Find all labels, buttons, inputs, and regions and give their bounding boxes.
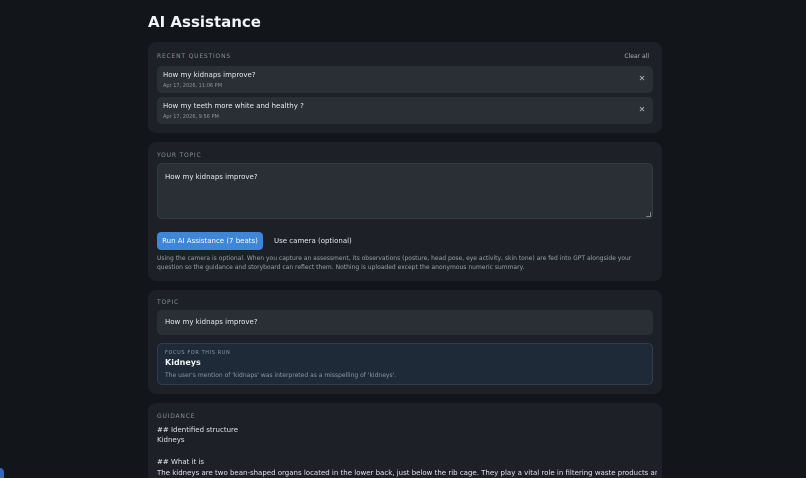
your-topic-label: YOUR TOPIC bbox=[157, 152, 202, 159]
close-icon[interactable]: ✕ bbox=[636, 73, 648, 85]
focus-label: FOCUS FOR THIS RUN bbox=[165, 350, 231, 356]
clear-all-button[interactable]: Clear all bbox=[624, 53, 649, 60]
recent-questions-card: RECENT QUESTIONS Clear all How my kidnap… bbox=[148, 42, 662, 133]
recent-question-text: How my teeth more white and healthy ? bbox=[163, 102, 304, 110]
run-ai-assistance-button[interactable]: Run AI Assistance (7 beats) bbox=[157, 232, 263, 250]
corner-accent bbox=[0, 468, 4, 478]
use-camera-button[interactable]: Use camera (optional) bbox=[274, 232, 352, 250]
close-icon[interactable]: ✕ bbox=[636, 104, 648, 116]
guidance-label: GUIDANCE bbox=[157, 413, 196, 420]
camera-note: Using the camera is optional. When you c… bbox=[157, 255, 632, 271]
topic-display-value: How my kidnaps improve? bbox=[165, 318, 258, 326]
topic-textarea[interactable]: How my kidnaps improve? bbox=[157, 163, 653, 219]
recent-question-time: Apr 17, 2026, 11:06 PM bbox=[163, 83, 223, 89]
focus-note: The user's mention of 'kidnaps' was inte… bbox=[165, 372, 397, 379]
topic-display: How my kidnaps improve? bbox=[157, 310, 653, 335]
topic-card: TOPIC How my kidnaps improve? FOCUS FOR … bbox=[148, 290, 662, 394]
guidance-text: The kidneys are two bean-shaped organs l… bbox=[157, 469, 657, 477]
guidance-text: Kidneys bbox=[157, 436, 185, 444]
guidance-heading: ## What it is bbox=[157, 458, 205, 466]
recent-question-time: Apr 17, 2026, 9:56 PM bbox=[163, 114, 219, 120]
topic-label: TOPIC bbox=[157, 299, 179, 306]
recent-question-item[interactable]: How my teeth more white and healthy ? Ap… bbox=[157, 97, 653, 124]
guidance-card: GUIDANCE ## Identified structure Kidneys… bbox=[148, 403, 662, 478]
guidance-heading: ## Identified structure bbox=[157, 426, 239, 434]
recent-question-item[interactable]: How my kidnaps improve? Apr 17, 2026, 11… bbox=[157, 66, 653, 93]
focus-box: FOCUS FOR THIS RUN Kidneys The user's me… bbox=[157, 343, 653, 385]
page-title: AI Assistance bbox=[148, 13, 261, 31]
topic-textarea-value: How my kidnaps improve? bbox=[165, 173, 258, 181]
focus-title: Kidneys bbox=[165, 358, 201, 367]
resize-handle-icon[interactable] bbox=[646, 212, 651, 217]
your-topic-card: YOUR TOPIC How my kidnaps improve? Run A… bbox=[148, 142, 662, 281]
recent-questions-label: RECENT QUESTIONS bbox=[157, 53, 231, 60]
recent-question-text: How my kidnaps improve? bbox=[163, 71, 256, 79]
